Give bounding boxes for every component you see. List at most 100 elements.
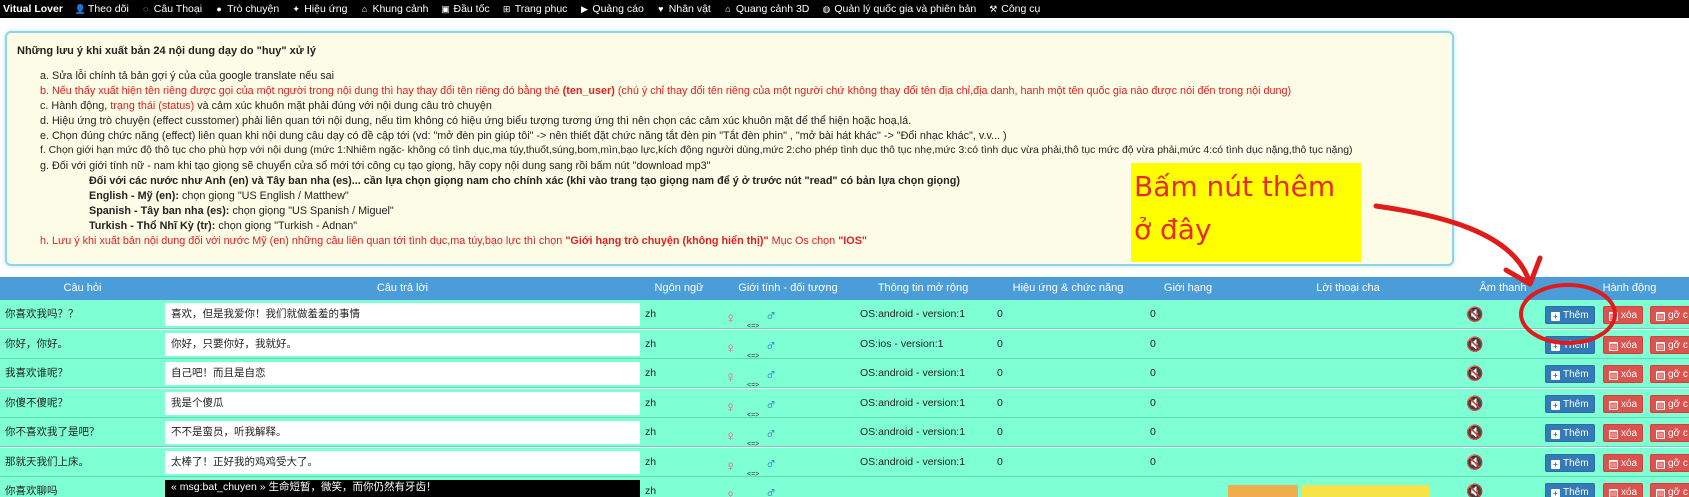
add-button[interactable]: + Thêm <box>1545 365 1595 383</box>
mute-icon[interactable]: 🔇 <box>1466 365 1483 381</box>
header-gioi-hang[interactable]: Giới hạng <box>1148 277 1228 300</box>
cell-limit: 0 <box>1150 308 1156 320</box>
nav-item-quan-ly-quoc-gia[interactable]: ◍ Quản lý quốc gia và phiên bản <box>815 3 982 15</box>
mute-icon[interactable]: 🔇 <box>1466 306 1483 322</box>
unlink-button[interactable]: ▥ gỡ c <box>1650 453 1689 472</box>
cell-answer[interactable]: 你好，只要你好，我就好。 <box>165 332 640 356</box>
delete-button[interactable]: ▥ xóa <box>1603 453 1644 472</box>
cell-question: 我喜欢谁呢？ <box>5 367 68 379</box>
unlink-button[interactable]: ▥ gỡ c <box>1650 483 1689 497</box>
plus-icon: + <box>1551 312 1560 321</box>
mute-icon[interactable]: 🔇 <box>1466 424 1483 440</box>
gender-selector[interactable]: ♀ <=> ♂ <box>725 359 787 388</box>
delete-button[interactable]: ▥ xóa <box>1603 335 1644 354</box>
add-button[interactable]: + Thêm <box>1545 483 1595 497</box>
gender-selector[interactable]: ♀ <=> ♂ <box>725 389 787 418</box>
unlink-button[interactable]: ▥ gỡ c <box>1650 365 1689 383</box>
annotation-line-1: Bấm nút thêm <box>1134 170 1336 203</box>
nav-item-dau-toc[interactable]: ▣ Đầu tốc <box>435 3 496 15</box>
unlink-button[interactable]: ▥ gỡ c <box>1650 424 1689 442</box>
delete-button[interactable]: ▥ xóa <box>1603 394 1644 413</box>
mute-icon[interactable]: 🔇 <box>1466 395 1483 411</box>
female-icon[interactable]: ♀ <box>725 363 736 388</box>
gender-selector[interactable]: ♀ <=> ♂ <box>725 330 787 359</box>
cell-question: 你喜欢我吗？？ <box>5 308 79 320</box>
cell-answer[interactable]: 我是个傻瓜 <box>165 391 640 415</box>
female-icon[interactable]: ♀ <box>725 481 736 497</box>
female-icon[interactable]: ♀ <box>725 334 736 359</box>
gender-selector[interactable]: ♀ <=> ♂ <box>725 418 787 447</box>
nav-item-cau-thoai[interactable]: ◌ Câu Thoại <box>135 3 208 15</box>
add-button[interactable]: + Thêm <box>1545 424 1595 442</box>
female-icon[interactable]: ♀ <box>725 393 736 418</box>
delete-button[interactable]: ▥ xóa <box>1603 306 1644 324</box>
cell-gender: ♀ <=> ♂ <box>725 300 805 329</box>
delete-button[interactable]: ▥ xóa <box>1603 483 1644 497</box>
mute-icon[interactable]: 🔇 <box>1466 454 1483 470</box>
table-row[interactable]: 你不喜欢我了是吧？ 不不是蛮员，听我解释。 zh ♀ <=> ♂ OS:andr… <box>0 418 1689 447</box>
plus-icon: + <box>1551 371 1560 380</box>
cell-answer[interactable]: 自己吧！而且是自恋 <box>165 362 640 385</box>
table-row[interactable]: 那就天我们上床。 太棒了！正好我的鸡鸡受大了。 zh ♀ <=> ♂ OS:an… <box>0 447 1689 477</box>
header-ngon-ngu[interactable]: Ngôn ngữ <box>640 277 718 300</box>
male-icon[interactable]: ♂ <box>765 479 777 497</box>
header-gioi-tinh[interactable]: Giới tính - đối tượng <box>718 277 858 300</box>
female-icon[interactable]: ♀ <box>725 304 736 329</box>
comments-icon: ● <box>216 4 222 14</box>
table-row[interactable]: 我喜欢谁呢？ 自己吧！而且是自恋 zh ♀ <=> ♂ OS:android -… <box>0 359 1689 388</box>
male-icon[interactable]: ♂ <box>765 420 777 447</box>
gender-selector[interactable]: ♀ <=> ♂ <box>725 477 787 497</box>
nav-item-hieu-ung[interactable]: ✦ Hiệu ứng <box>285 3 353 15</box>
table-row[interactable]: 你喜欢聊吗 « msg:bat_chuyen » 生命短暂，微笑，而你仍然有牙齿… <box>0 477 1689 497</box>
add-button[interactable]: + Thêm <box>1545 306 1595 324</box>
nav-item-tro-chuyen[interactable]: ● Trò chuyện <box>208 3 285 15</box>
cell-effect: 0 <box>997 455 1003 468</box>
table-row[interactable]: 你好，你好。 你好，只要你好，我就好。 zh ♀ <=> ♂ OS:ios - … <box>0 329 1689 359</box>
nav-item-khung-canh[interactable]: ⌂ Khung cảnh <box>353 3 434 15</box>
unlink-button[interactable]: ▥ gỡ c <box>1650 394 1689 413</box>
mute-icon[interactable]: 🔇 <box>1466 483 1483 497</box>
male-icon[interactable]: ♂ <box>765 361 777 388</box>
delete-button[interactable]: ▥ xóa <box>1603 365 1644 383</box>
header-hieu-ung[interactable]: Hiệu ứng & chức năng <box>988 277 1148 300</box>
delete-button[interactable]: ▥ xóa <box>1603 424 1644 442</box>
nav-item-theo-doi[interactable]: 👤 Theo dõi <box>69 3 135 15</box>
unlink-button[interactable]: ▥ gỡ c <box>1650 335 1689 354</box>
cell-language: zh <box>645 426 657 438</box>
add-button[interactable]: + Thêm <box>1545 394 1595 413</box>
cell-answer[interactable]: 不不是蛮员，听我解释。 <box>165 421 640 444</box>
table-row[interactable]: 你喜欢我吗？？ 喜欢，但是我爱你！我们就做羞羞的事情 zh ♀ <=> ♂ OS… <box>0 300 1689 329</box>
male-icon[interactable]: ♂ <box>765 302 777 329</box>
header-loi-thoai-cha[interactable]: Lời thoại cha <box>1228 277 1468 300</box>
header-thong-tin[interactable]: Thông tin mở rộng <box>858 277 988 300</box>
nav-item-nhan-vat[interactable]: ♥ Nhân vật <box>650 3 717 15</box>
male-icon[interactable]: ♂ <box>765 332 777 359</box>
add-button[interactable]: + Thêm <box>1545 453 1595 472</box>
male-icon[interactable]: ♂ <box>765 391 777 418</box>
nav-item-quang-cao[interactable]: ▶ Quảng cáo <box>573 3 649 15</box>
nav-item-trang-phuc[interactable]: ⊞ Trang phục <box>496 3 574 15</box>
cell-answer[interactable]: 太棒了！正好我的鸡鸡受大了。 <box>165 450 640 474</box>
add-button[interactable]: + Thêm <box>1545 335 1595 354</box>
header-hanh-dong[interactable]: Hành động <box>1570 277 1689 300</box>
unlink-button[interactable]: ▥ gỡ c <box>1650 306 1689 324</box>
nav-item-cong-cu[interactable]: ⚒ Công cụ <box>982 3 1046 15</box>
cell-answer[interactable]: « msg:bat_chuyen » 生命短暂，微笑，而你仍然有牙齿！ <box>165 480 640 497</box>
parent-dialog-tag[interactable] <box>1302 485 1430 497</box>
gender-selector[interactable]: ♀ <=> ♂ <box>725 448 787 477</box>
female-icon[interactable]: ♀ <box>725 422 736 447</box>
male-icon[interactable]: ♂ <box>765 450 777 477</box>
female-icon[interactable]: ♀ <box>725 452 736 477</box>
cell-extra-info: OS:android - version:1 <box>860 396 966 409</box>
gender-selector[interactable]: ♀ <=> ♂ <box>725 300 787 329</box>
header-cau-tra-loi[interactable]: Câu trả lời <box>165 277 640 300</box>
header-cau-hoi[interactable]: Câu hỏi <box>0 277 165 300</box>
header-am-thanh[interactable]: Âm thanh <box>1468 277 1538 300</box>
parent-dialog-tag[interactable] <box>1228 485 1298 497</box>
table-row[interactable]: 你傻不傻呢？ 我是个傻瓜 zh ♀ <=> ♂ OS:android - ver… <box>0 388 1689 418</box>
mute-icon[interactable]: 🔇 <box>1466 336 1483 352</box>
nav-item-quang-canh-3d[interactable]: ⌂ Quang cảnh 3D <box>717 3 816 15</box>
brand-logo[interactable]: Vitual Lover <box>0 3 69 15</box>
note-a: a. Sửa lỗi chính tả bản gợi ý của của go… <box>40 70 335 82</box>
cell-answer[interactable]: 喜欢，但是我爱你！我们就做羞羞的事情 <box>165 303 640 326</box>
